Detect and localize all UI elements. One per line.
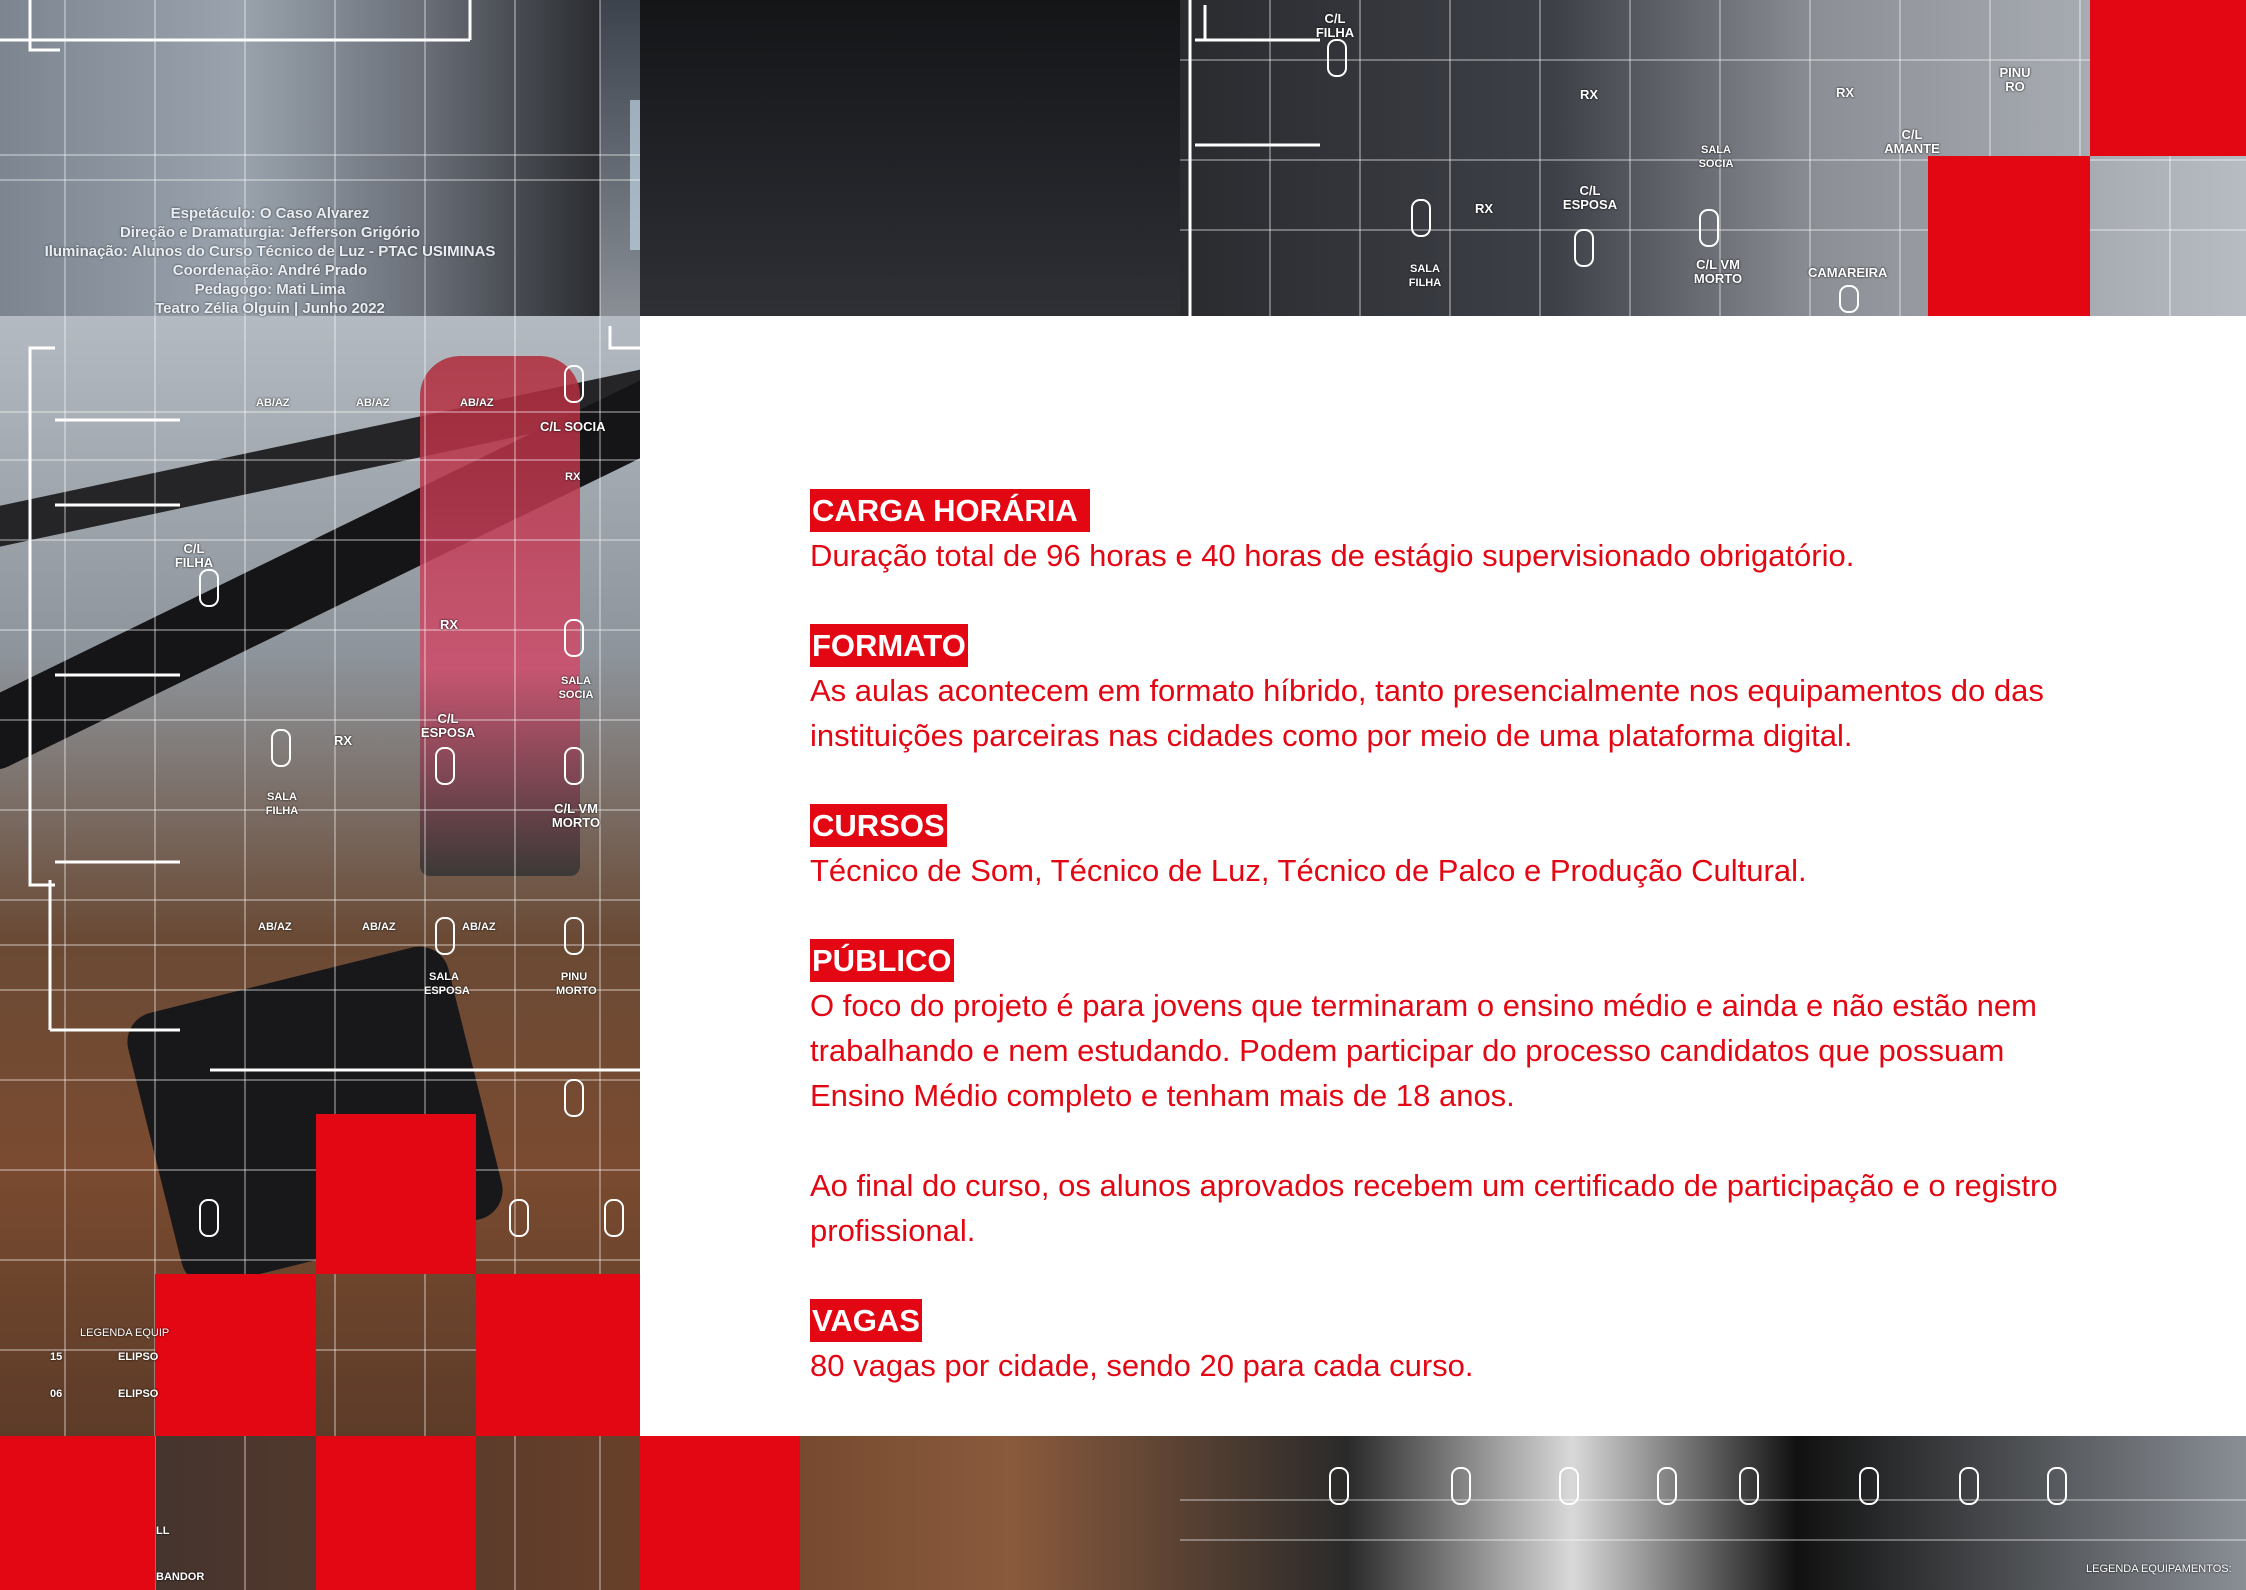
credit-line: Iluminação: Alunos do Curso Técnico de L… [44, 243, 496, 260]
red-block-bottom-3 [640, 1436, 800, 1590]
section-body-certificate: Ao final do curso, os alunos aprovados r… [810, 1168, 2058, 1248]
plot-label: AB/AZ [460, 397, 494, 409]
plot-label: RX [334, 733, 353, 748]
plot-label: SALA SOCIA [558, 675, 594, 701]
plot-label: AB/AZ [462, 921, 496, 933]
legend-item-label: BANDOR [156, 1571, 205, 1583]
plot-label: PINU MORTO [556, 971, 597, 997]
plot-label: RX [1475, 201, 1494, 216]
section-heading: CURSOS [810, 804, 947, 847]
plot-label: RX [440, 617, 459, 632]
legend-item-number: 15 [50, 1351, 63, 1363]
plot-label: C/L ESPOSA [1562, 183, 1618, 212]
plot-label: C/L AMANTE [1884, 127, 1940, 156]
plot-label: C/L FILHA [174, 541, 214, 570]
legend-title-right: LEGENDA EQUIPAMENTOS: [2086, 1563, 2232, 1575]
plot-label: C/L VM MORTO [1693, 257, 1743, 286]
plot-label: SALA SOCIA [1698, 144, 1734, 170]
plot-label: C/L FILHA [1315, 11, 1355, 40]
legend-item-label: LL [156, 1525, 170, 1537]
lit-doorway [630, 100, 640, 250]
legend-item-label: ELIPSO [118, 1388, 159, 1400]
legend-item-number: 06 [50, 1388, 63, 1400]
plot-label: PINU RO [1999, 65, 2031, 94]
credit-line: Teatro Zélia Olguin | Junho 2022 [155, 300, 385, 317]
credit-line: Pedagogo: Mati Lima [194, 281, 346, 298]
plot-label: CAMAREIRA [1808, 265, 1888, 280]
plot-label: AB/AZ [258, 921, 292, 933]
legend-title: LEGENDA EQUIP [80, 1327, 170, 1339]
credits-caption: Espetáculo: O Caso Alvarez Direção e Dra… [0, 204, 540, 318]
plot-label: RX [565, 471, 581, 483]
plot-label: SALA FILHA [1408, 263, 1442, 289]
plot-label: C/L ESPOSA [420, 711, 476, 740]
plot-label: RX [1836, 85, 1855, 100]
credit-line: Espetáculo: O Caso Alvarez [170, 205, 370, 222]
legend-item-label: ELIPSO [118, 1351, 159, 1363]
plot-label: AB/AZ [256, 397, 290, 409]
section-carga-horaria: CARGA HORÁRIA Duração total de 96 horas … [810, 488, 2100, 578]
section-body: 80 vagas por cidade, sendo 20 para cada … [810, 1348, 1474, 1383]
red-block-left-3 [476, 1274, 640, 1436]
section-publico: PÚBLICO O foco do projeto é para jovens … [810, 938, 2100, 1253]
red-block-left-2 [155, 1274, 316, 1436]
red-block-top-right-1 [2090, 0, 2246, 156]
red-block-left-1 [316, 1114, 476, 1274]
section-heading: VAGAS [810, 1299, 922, 1342]
plot-label: SALA FILHA [265, 791, 299, 817]
credit-line: Coordenação: André Prado [172, 262, 368, 279]
plot-label: C/L VM MORTO [551, 801, 601, 830]
section-heading: FORMATO [810, 624, 968, 667]
red-block-top-right-2 [1928, 156, 2090, 316]
course-info: CARGA HORÁRIA Duração total de 96 horas … [810, 488, 2100, 1433]
red-block-bottom-2 [316, 1436, 476, 1590]
section-body: Técnico de Som, Técnico de Luz, Técnico … [810, 853, 1807, 888]
plot-label: C/L SOCIA [540, 419, 606, 434]
plot-label: SALA ESPOSA [424, 971, 470, 997]
section-vagas: VAGAS 80 vagas por cidade, sendo 20 para… [810, 1298, 2100, 1388]
credit-line: Direção e Dramaturgia: Jefferson Grigóri… [119, 224, 421, 241]
section-heading: PÚBLICO [810, 939, 954, 982]
section-body: As aulas acontecem em formato híbrido, t… [810, 673, 2044, 753]
plot-label: AB/AZ [362, 921, 396, 933]
page: Espetáculo: O Caso Alvarez Direção e Dra… [0, 0, 2246, 1590]
section-cursos: CURSOS Técnico de Som, Técnico de Luz, T… [810, 803, 2100, 893]
section-heading: CARGA HORÁRIA [810, 489, 1090, 532]
section-body: O foco do projeto é para jovens que term… [810, 988, 2037, 1113]
photo-stage-rigging [600, 0, 1180, 316]
section-formato: FORMATO As aulas acontecem em formato hí… [810, 623, 2100, 758]
red-block-bottom-1 [0, 1436, 155, 1590]
plot-label: RX [1580, 87, 1599, 102]
plot-label: AB/AZ [356, 397, 390, 409]
section-body: Duração total de 96 horas e 40 horas de … [810, 538, 1855, 573]
